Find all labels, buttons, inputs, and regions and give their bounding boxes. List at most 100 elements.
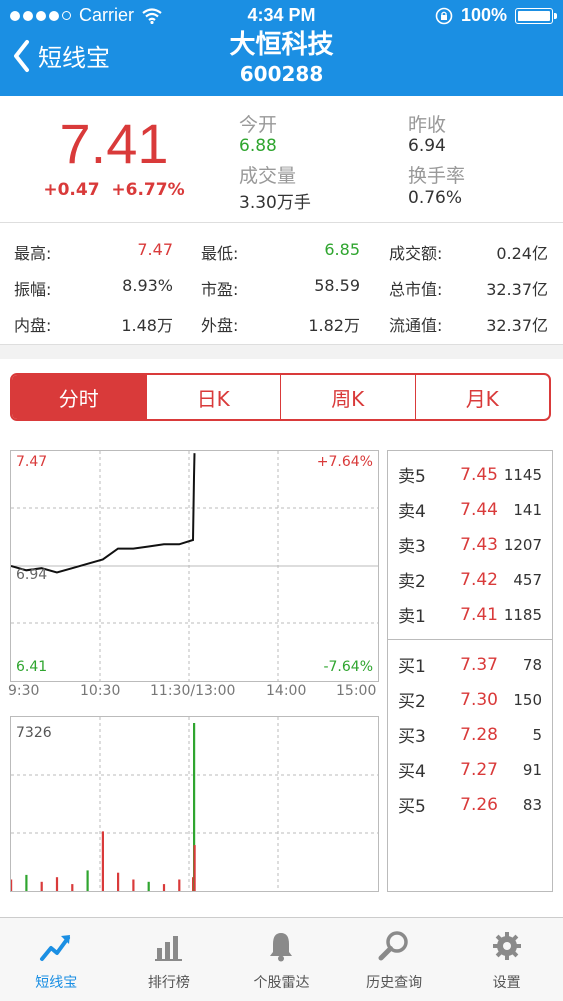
change-percent: +6.77% — [111, 180, 185, 200]
stock-name: 大恒科技 — [229, 30, 334, 60]
tab-0[interactable]: 分时 — [12, 375, 146, 419]
tabbar-label: 设置 — [492, 975, 521, 991]
tabbar-label: 个股雷达 — [253, 975, 310, 991]
tabbar-item-4[interactable]: 设置 — [450, 918, 563, 1001]
stat-value: 8.93% — [122, 276, 173, 295]
order-level: 卖5 — [398, 467, 426, 487]
stat-value: 7.47 — [137, 240, 173, 259]
order-volume: 83 — [522, 795, 542, 814]
buy-row: 买4 7.27 91 — [388, 752, 552, 787]
tab-3[interactable]: 月K — [414, 375, 550, 419]
turnover-label: 换手率 — [408, 165, 466, 187]
open-value: 6.88 — [239, 136, 277, 156]
buy-row: 买1 7.37 78 — [388, 647, 552, 682]
stat-value: 1.82万 — [308, 316, 360, 335]
order-level: 卖1 — [398, 607, 426, 627]
order-price: 7.42 — [460, 569, 498, 590]
divider — [0, 222, 563, 223]
order-volume: 150 — [513, 690, 542, 709]
tabbar-item-1[interactable]: 排行榜 — [113, 918, 226, 1001]
order-volume: 78 — [522, 655, 542, 674]
change-amount: +0.47 — [43, 180, 100, 200]
order-volume: 457 — [513, 570, 542, 589]
prev-close-value: 6.94 — [408, 136, 446, 156]
stat-value: 6.85 — [324, 240, 360, 259]
order-price: 7.26 — [460, 794, 498, 815]
stat-value: 32.37亿 — [486, 280, 548, 299]
chart-period-tabs: 分时 日K 周K 月K — [10, 373, 551, 421]
stat-value: 58.59 — [314, 276, 360, 295]
volume-bar — [25, 874, 28, 891]
turnover-value: 0.76% — [408, 188, 463, 208]
stat-label: 最高: — [14, 244, 52, 263]
order-volume: 141 — [513, 500, 542, 519]
volume-bar — [132, 879, 135, 891]
buy-row: 买2 7.30 150 — [388, 682, 552, 717]
stat-value: 0.24亿 — [496, 244, 548, 263]
tab-1[interactable]: 日K — [145, 375, 281, 419]
buy-row: 买3 7.28 5 — [388, 717, 552, 752]
stat-value: 1.48万 — [121, 316, 173, 335]
battery-icon — [515, 7, 557, 24]
order-volume: 91 — [522, 760, 542, 779]
order-level: 卖2 — [398, 572, 426, 592]
tabbar-item-3[interactable]: 历史查询 — [338, 918, 451, 1001]
volume-bar — [40, 881, 43, 891]
order-price: 7.37 — [460, 654, 498, 675]
order-price: 7.44 — [460, 499, 498, 520]
order-level: 卖4 — [398, 502, 426, 522]
volume-bar — [86, 870, 89, 891]
price-change: +0.47 +6.77% — [0, 180, 228, 200]
volume-bar — [162, 884, 166, 891]
volume-value: 3.30万手 — [239, 193, 311, 213]
buy-row: 买5 7.26 83 — [388, 787, 552, 822]
volume-bar — [147, 881, 150, 891]
intraday-price-chart — [11, 451, 378, 681]
volume-bar — [55, 877, 59, 891]
order-level: 买1 — [398, 657, 426, 677]
buy-orders: 买1 7.37 78 买2 7.30 150 买3 7.28 5 买4 7.27 91 买5 7.26 83 — [388, 647, 552, 829]
stock-code: 600288 — [239, 62, 324, 86]
tab-2[interactable]: 周K — [280, 375, 415, 419]
sell-orders: 卖5 7.45 1145 卖4 7.44 141 卖3 7.43 1207 卖2 7.42 457 卖1… — [388, 457, 552, 639]
stat-label: 内盘: — [14, 316, 52, 335]
trend-arrow-icon — [39, 930, 73, 966]
volume-bar — [71, 884, 74, 891]
top-bar: Carrier 4:34 PM 100% 短线宝 大恒科技 600288 — [0, 0, 563, 96]
current-price: 7.41 — [59, 112, 169, 175]
pct-high-label: +7.64% — [316, 454, 373, 470]
tabbar-label: 排行榜 — [147, 975, 190, 991]
open-label: 今开 — [239, 114, 278, 136]
search-icon — [377, 930, 411, 966]
tabbar-item-0[interactable]: 短线宝 — [0, 918, 113, 1001]
stat-value: 32.37亿 — [486, 316, 548, 335]
stat-label: 外盘: — [201, 316, 239, 335]
order-price: 7.43 — [460, 534, 498, 555]
intraday-chart-panel: 7.47 +7.64% 6.94 6.41 -7.64% — [10, 450, 379, 682]
order-price: 7.30 — [460, 689, 498, 710]
volume-bar — [193, 845, 196, 891]
tabbar-label: 短线宝 — [35, 975, 78, 991]
prev-close-label: 昨收 — [408, 114, 447, 136]
order-book: 卖5 7.45 1145 卖4 7.44 141 卖3 7.43 1207 卖2 7.42 457 卖1… — [387, 450, 553, 892]
volume-bar — [178, 879, 181, 891]
price-line — [11, 453, 196, 574]
battery-percent: 100% — [460, 5, 507, 25]
time-label-3: 14:00 — [266, 683, 307, 699]
order-volume: 1185 — [503, 605, 542, 624]
time-label-4: 15:00 — [336, 683, 377, 699]
order-volume: 5 — [532, 725, 542, 744]
status-bar: Carrier 4:34 PM 100% — [0, 0, 563, 32]
sell-row: 卖2 7.42 457 — [388, 562, 552, 597]
volume-bar — [11, 879, 13, 891]
order-book-divider — [388, 639, 552, 640]
volume-bar — [117, 872, 120, 891]
order-level: 买5 — [398, 797, 426, 817]
sell-row: 卖1 7.41 1185 — [388, 597, 552, 632]
bell-icon — [264, 930, 298, 966]
rotation-lock-icon — [435, 7, 453, 24]
tabbar-item-2[interactable]: 个股雷达 — [225, 918, 338, 1001]
order-level: 买3 — [398, 727, 426, 747]
order-price: 7.27 — [460, 759, 498, 780]
order-price: 7.28 — [460, 724, 498, 745]
